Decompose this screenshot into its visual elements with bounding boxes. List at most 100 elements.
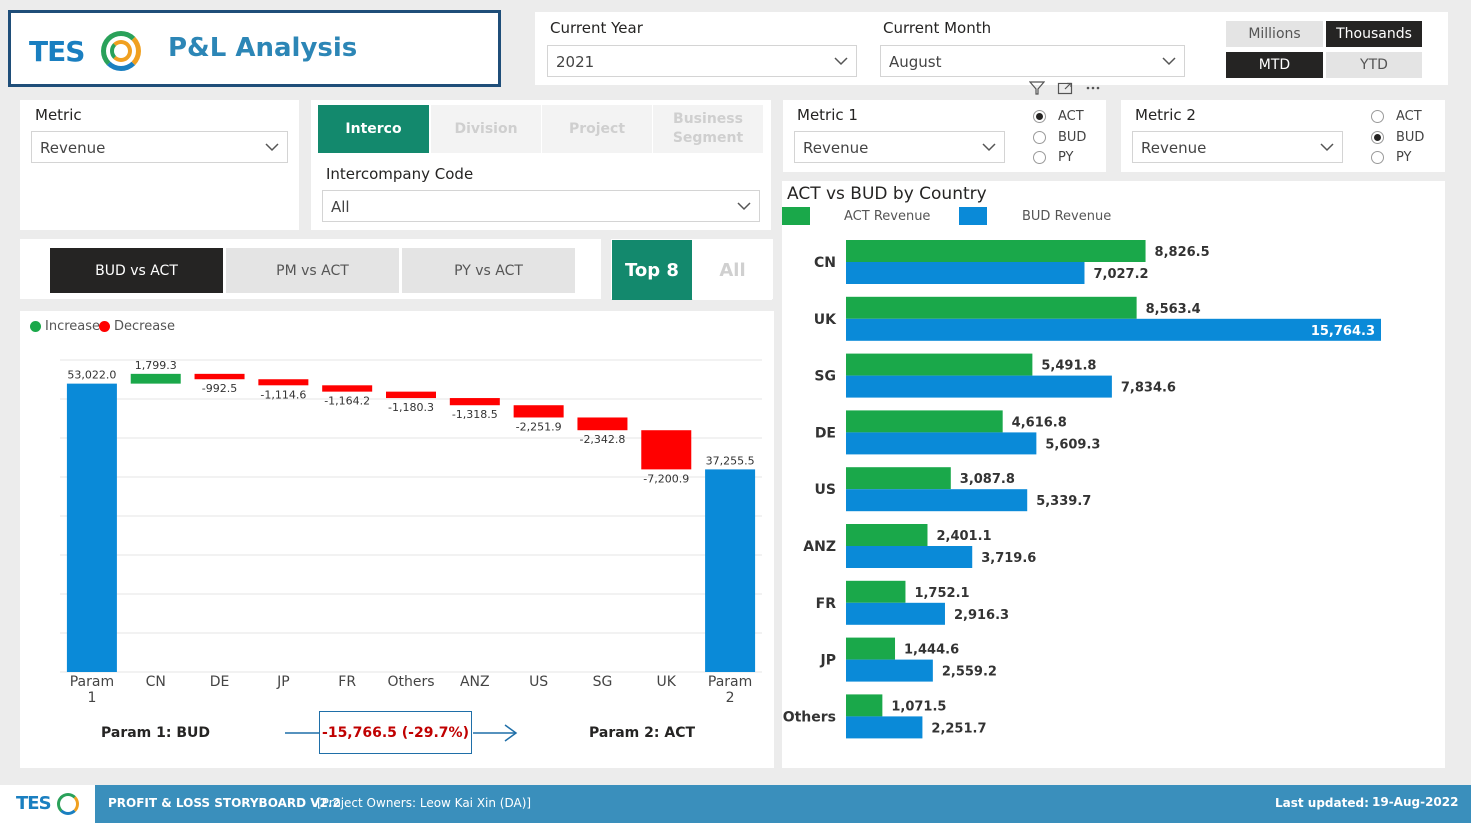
bud-bar[interactable] xyxy=(846,375,1112,398)
radio-icon xyxy=(1371,110,1384,123)
country-data-label: 2,916.3 xyxy=(954,608,1009,623)
waterfall-axis-label: 1 xyxy=(87,690,96,706)
country-data-label: 1,444.6 xyxy=(904,643,959,658)
country-axis-label: UK xyxy=(814,312,837,328)
bud-bar[interactable] xyxy=(846,546,973,568)
focus-mode-icon[interactable] xyxy=(1057,80,1073,96)
country-data-label: 5,609.3 xyxy=(1045,437,1100,452)
tab-division[interactable]: Division xyxy=(431,105,541,153)
metric-value: Revenue xyxy=(40,139,106,157)
country-data-label: 2,251.7 xyxy=(931,721,986,736)
waterfall-bar[interactable] xyxy=(449,398,500,406)
waterfall-bar[interactable] xyxy=(322,385,373,392)
ytd-button[interactable]: YTD xyxy=(1326,52,1422,78)
tab-pm-vs-act[interactable]: PM vs ACT xyxy=(226,248,399,293)
act-bar[interactable] xyxy=(846,410,1003,433)
act-bar[interactable] xyxy=(846,353,1033,376)
metric1-value: Revenue xyxy=(803,139,869,157)
metric-label: Metric xyxy=(35,106,82,124)
waterfall-data-label: 53,022.0 xyxy=(67,369,116,382)
country-data-label: 3,087.8 xyxy=(960,472,1015,487)
intercompany-dropdown[interactable]: All xyxy=(322,190,760,222)
metric1-option-act[interactable]: ACT xyxy=(1033,109,1084,124)
country-axis-label: SG xyxy=(814,369,836,385)
bud-bar[interactable] xyxy=(846,262,1085,284)
thousands-button[interactable]: Thousands xyxy=(1326,21,1422,47)
variance-box: -15,766.5 (-29.7%) xyxy=(319,711,472,754)
waterfall-bar[interactable] xyxy=(130,373,181,384)
metric2-option-act[interactable]: ACT xyxy=(1371,109,1422,124)
act-bar[interactable] xyxy=(846,694,883,717)
waterfall-bar[interactable] xyxy=(641,430,692,470)
metric1-option-py[interactable]: PY xyxy=(1033,150,1074,165)
waterfall-data-label: 37,255.5 xyxy=(706,454,755,467)
chevron-down-icon xyxy=(1162,57,1176,66)
mtd-button[interactable]: MTD xyxy=(1226,52,1323,78)
act-bar[interactable] xyxy=(846,637,896,660)
footer-updated-label: Last updated: xyxy=(1275,796,1369,810)
waterfall-bar[interactable] xyxy=(194,373,245,380)
company-logo: TES xyxy=(29,31,149,71)
footer-bar: TES PROFIT & LOSS STORYBOARD V2.2 [Proje… xyxy=(0,785,1471,823)
current-year-dropdown[interactable]: 2021 xyxy=(547,45,857,77)
waterfall-bar[interactable] xyxy=(705,469,756,672)
current-month-dropdown[interactable]: August xyxy=(880,45,1185,77)
country-data-label: 7,834.6 xyxy=(1121,381,1176,396)
waterfall-data-label: -992.5 xyxy=(202,382,237,395)
bud-bar[interactable] xyxy=(846,659,933,682)
act-bar[interactable] xyxy=(846,524,928,546)
bud-bar[interactable] xyxy=(846,489,1028,512)
radio-icon xyxy=(1033,131,1046,144)
waterfall-bar[interactable] xyxy=(513,405,564,418)
waterfall-axis-label: ANZ xyxy=(460,674,490,690)
bud-bar[interactable] xyxy=(846,432,1037,455)
param1-label: Param 1: BUD xyxy=(101,725,211,741)
country-data-label: 8,826.5 xyxy=(1155,245,1210,260)
waterfall-axis-label: UK xyxy=(657,674,677,690)
waterfall-axis-label: FR xyxy=(338,674,356,690)
waterfall-data-label: -1,318.5 xyxy=(452,408,498,421)
chevron-down-icon xyxy=(982,143,996,152)
waterfall-bar[interactable] xyxy=(66,383,117,672)
metric1-option-bud[interactable]: BUD xyxy=(1033,130,1086,145)
metric1-dropdown[interactable]: Revenue xyxy=(794,131,1005,163)
page-title: P&L Analysis xyxy=(168,33,358,63)
country-chart-title: ACT vs BUD by Country xyxy=(787,184,987,204)
bud-bar[interactable] xyxy=(846,716,923,739)
footer-logo-text: TES xyxy=(16,793,52,814)
tab-bud-vs-act[interactable]: BUD vs ACT xyxy=(50,248,223,293)
metric-dropdown[interactable]: Revenue xyxy=(31,131,288,163)
filter-icon[interactable] xyxy=(1029,80,1045,96)
bud-bar[interactable] xyxy=(846,602,945,625)
param2-label: Param 2: ACT xyxy=(589,725,696,741)
waterfall-bar[interactable] xyxy=(386,391,436,399)
radio-icon xyxy=(1371,151,1384,164)
tab-project[interactable]: Project xyxy=(542,105,652,153)
footer-owners: [Project Owners: Leow Kai Xin (DA)] xyxy=(317,796,532,810)
waterfall-axis-label: DE xyxy=(210,674,230,690)
waterfall-data-label: -1,180.3 xyxy=(388,401,434,414)
millions-button[interactable]: Millions xyxy=(1226,21,1323,47)
waterfall-bar[interactable] xyxy=(577,417,628,431)
waterfall-axis-label: CN xyxy=(146,674,166,690)
legend-dot-decrease xyxy=(99,321,110,332)
waterfall-bar[interactable] xyxy=(258,379,309,386)
variance-value: -15,766.5 (-29.7%) xyxy=(322,724,469,741)
act-bar[interactable] xyxy=(846,467,951,490)
tab-business-segment[interactable]: Business Segment xyxy=(653,105,763,153)
metric2-option-bud[interactable]: BUD xyxy=(1371,130,1424,145)
bud-bar[interactable] xyxy=(846,318,1381,341)
act-bar[interactable] xyxy=(846,240,1146,262)
country-data-label: 7,027.2 xyxy=(1093,267,1148,282)
all-button[interactable]: All xyxy=(693,240,772,300)
act-bar[interactable] xyxy=(846,296,1137,319)
title-card: TES P&L Analysis xyxy=(8,10,501,87)
metric2-dropdown[interactable]: Revenue xyxy=(1132,131,1343,163)
act-bar[interactable] xyxy=(846,580,906,603)
metric2-option-py[interactable]: PY xyxy=(1371,150,1412,165)
country-data-label: 2,401.1 xyxy=(936,529,991,544)
more-options-icon[interactable] xyxy=(1085,80,1101,96)
tab-py-vs-act[interactable]: PY vs ACT xyxy=(402,248,575,293)
top8-button[interactable]: Top 8 xyxy=(612,240,692,300)
tab-interco[interactable]: Interco xyxy=(318,105,429,153)
